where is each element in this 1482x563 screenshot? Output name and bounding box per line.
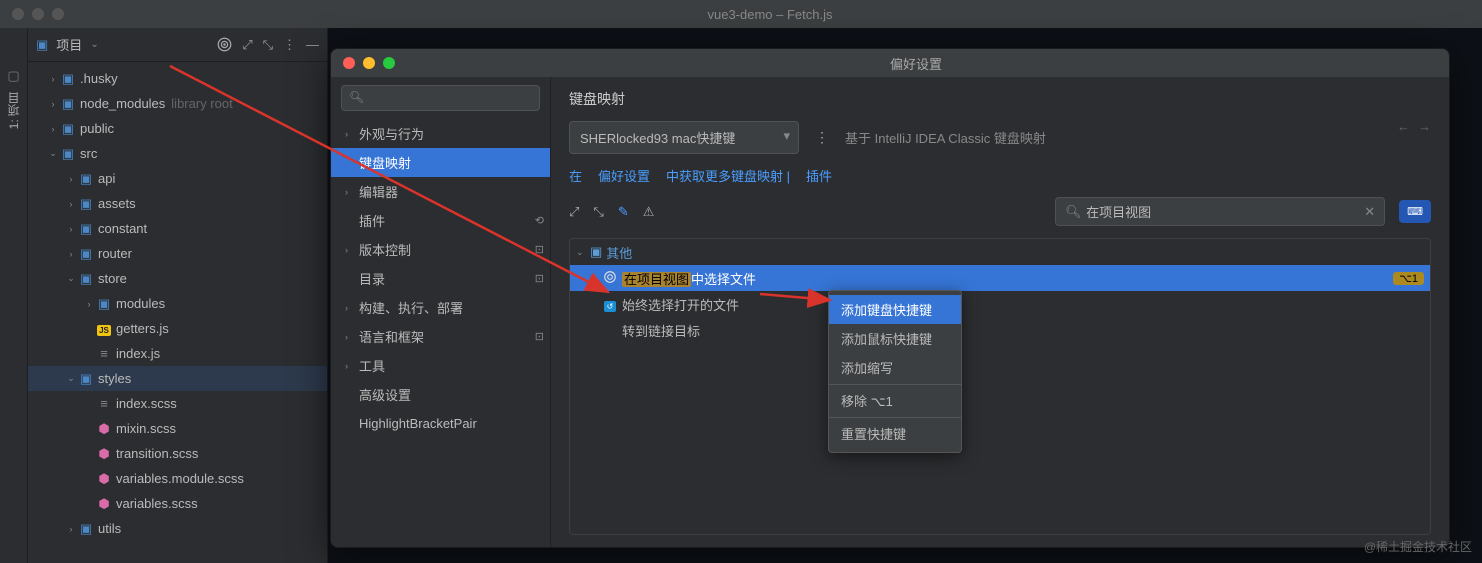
minimize-icon[interactable]: — (306, 37, 319, 52)
tool-window-icon: ▢ (7, 68, 19, 84)
tool-window-label[interactable]: 1: 项目 (5, 92, 22, 129)
tree-item[interactable]: ›▣assets (28, 191, 327, 216)
keymap-item[interactable]: 在项目视图中选择文件⌥1 (570, 265, 1430, 291)
search-icon: 🔍︎ (349, 90, 364, 104)
prefs-nav-item[interactable]: 高级设置 (331, 380, 550, 409)
prefs-nav-item[interactable]: ›语言和框架⊡ (331, 322, 550, 351)
tree-item[interactable]: ›▣modules (28, 291, 327, 316)
content-title: 键盘映射 (569, 89, 1431, 109)
nav-fwd-icon[interactable]: → (1418, 119, 1431, 134)
prefs-link[interactable]: 偏好设置 (598, 166, 650, 185)
tree-item[interactable]: ≡index.scss (28, 391, 327, 416)
tree-item[interactable]: ›▣api (28, 166, 327, 191)
more-icon[interactable]: ⋮ (283, 37, 296, 53)
select-opened-file-icon[interactable] (217, 37, 232, 52)
prefs-nav[interactable]: ›外观与行为键盘映射›编辑器插件⟲›版本控制⊡目录⊡›构建、执行、部署›语言和框… (331, 119, 550, 547)
nav-arrows: ← → (1397, 119, 1431, 134)
link-part: 中获取更多键盘映射 | (666, 166, 790, 185)
tree-item[interactable]: ›▣node_moduleslibrary root (28, 91, 327, 116)
context-menu-item[interactable]: 重置快捷键 (829, 417, 961, 448)
tree-item[interactable]: ⬢mixin.scss (28, 416, 327, 441)
project-header: ▣ 项目 ⌄ ⤢ ⤡ ⋮ — (28, 28, 327, 62)
prefs-search: 🔍︎ (331, 77, 550, 119)
expand-icon[interactable]: ⤢ (242, 37, 252, 53)
scheme-actions-icon[interactable]: ⋮ (815, 129, 829, 146)
folder-icon: ▣ (36, 37, 48, 53)
plugins-link[interactable]: 插件 (806, 166, 832, 185)
prefs-titlebar: 偏好设置 (331, 49, 1449, 77)
clear-icon[interactable]: ✕ (1364, 204, 1375, 220)
tree-item[interactable]: ›▣router (28, 241, 327, 266)
edit-icon[interactable]: ✎ (618, 204, 629, 220)
keymap-item[interactable]: 转到链接目标 (570, 317, 1430, 343)
tree-item[interactable]: ⌄▣store (28, 266, 327, 291)
window-dots (12, 8, 64, 20)
close-dot[interactable] (343, 57, 355, 69)
watermark: @稀土掘金技术社区 (1364, 538, 1472, 555)
context-menu-item[interactable]: 添加键盘快捷键 (829, 295, 961, 324)
search-icon: 🔍︎ (1065, 204, 1082, 220)
prefs-nav-item[interactable]: ›外观与行为 (331, 119, 550, 148)
expand-all-icon[interactable]: ⤢ (569, 204, 579, 220)
tool-window-bar: ▢ 1: 项目 (0, 28, 28, 563)
dot (32, 8, 44, 20)
nav-back-icon[interactable]: ← (1397, 119, 1410, 134)
tree-item[interactable]: ⌄▣src (28, 141, 327, 166)
keymap-tree[interactable]: ⌄▣其他在项目视图中选择文件⌥1↺始终选择打开的文件转到链接目标 (569, 238, 1431, 535)
prefs-sidebar: 🔍︎ ›外观与行为键盘映射›编辑器插件⟲›版本控制⊡目录⊡›构建、执行、部署›语… (331, 77, 551, 547)
plugins-link-row: 在 偏好设置 中获取更多键盘映射 | 插件 (569, 166, 1431, 185)
tree-item[interactable]: ⬢variables.module.scss (28, 466, 327, 491)
context-menu: 添加键盘快捷键添加鼠标快捷键添加缩写移除 ⌥1重置快捷键 (828, 290, 962, 453)
prefs-nav-item[interactable]: 插件⟲ (331, 206, 550, 235)
warning-icon: ⚠ (643, 204, 655, 220)
context-menu-item[interactable]: 添加鼠标快捷键 (829, 324, 961, 353)
minimize-dot[interactable] (363, 57, 375, 69)
tree-item[interactable]: ⌄▣styles (28, 366, 327, 391)
zoom-dot[interactable] (383, 57, 395, 69)
context-menu-item[interactable]: 添加缩写 (829, 353, 961, 382)
prefs-nav-item[interactable]: ›工具 (331, 351, 550, 380)
tree-item[interactable]: ›▣public (28, 116, 327, 141)
prefs-nav-item[interactable]: ›版本控制⊡ (331, 235, 550, 264)
prefs-nav-item[interactable]: 键盘映射 (331, 148, 550, 177)
main-titlebar: vue3-demo – Fetch.js (0, 0, 1482, 28)
prefs-nav-item[interactable]: ›构建、执行、部署 (331, 293, 550, 322)
prefs-content: ← → 键盘映射 SHERlocked93 mac快捷键 ⋮ 基于 Intell… (551, 77, 1449, 547)
prefs-search-input[interactable] (341, 85, 540, 111)
prefs-title: 偏好设置 (395, 54, 1437, 73)
scheme-dropdown[interactable]: SHERlocked93 mac快捷键 (569, 121, 799, 154)
collapse-all-icon[interactable]: ⤡ (593, 204, 603, 220)
tree-item[interactable]: ⬢transition.scss (28, 441, 327, 466)
tree-item[interactable]: ›▣.husky (28, 66, 327, 91)
dot (52, 8, 64, 20)
prefs-nav-item[interactable]: 目录⊡ (331, 264, 550, 293)
keymap-category[interactable]: ⌄▣其他 (570, 239, 1430, 265)
prefs-nav-item[interactable]: ›编辑器 (331, 177, 550, 206)
dot (12, 8, 24, 20)
tree-item[interactable]: ≡index.js (28, 341, 327, 366)
chevron-down-icon[interactable]: ⌄ (90, 39, 98, 50)
context-menu-item[interactable]: 移除 ⌥1 (829, 384, 961, 415)
tree-item[interactable]: JSgetters.js (28, 316, 327, 341)
project-tree[interactable]: ›▣.husky›▣node_moduleslibrary root›▣publ… (28, 62, 327, 563)
tree-item[interactable]: ›▣constant (28, 216, 327, 241)
keymap-search-input[interactable] (1055, 197, 1385, 226)
collapse-icon[interactable]: ⤡ (263, 37, 273, 53)
prefs-nav-item[interactable]: HighlightBracketPair (331, 409, 550, 438)
scheme-hint: 基于 IntelliJ IDEA Classic 键盘映射 (845, 128, 1046, 147)
keymap-item[interactable]: ↺始终选择打开的文件 (570, 291, 1430, 317)
project-label[interactable]: 项目 (56, 35, 82, 54)
tree-item[interactable]: ⬢variables.scss (28, 491, 327, 516)
tree-item[interactable]: ›▣utils (28, 516, 327, 541)
osk-button[interactable]: ⌨ (1399, 200, 1431, 223)
window-title: vue3-demo – Fetch.js (70, 7, 1470, 22)
project-panel: ▣ 项目 ⌄ ⤢ ⤡ ⋮ — ›▣.husky›▣node_moduleslib… (28, 28, 328, 563)
link-part: 在 (569, 166, 582, 185)
